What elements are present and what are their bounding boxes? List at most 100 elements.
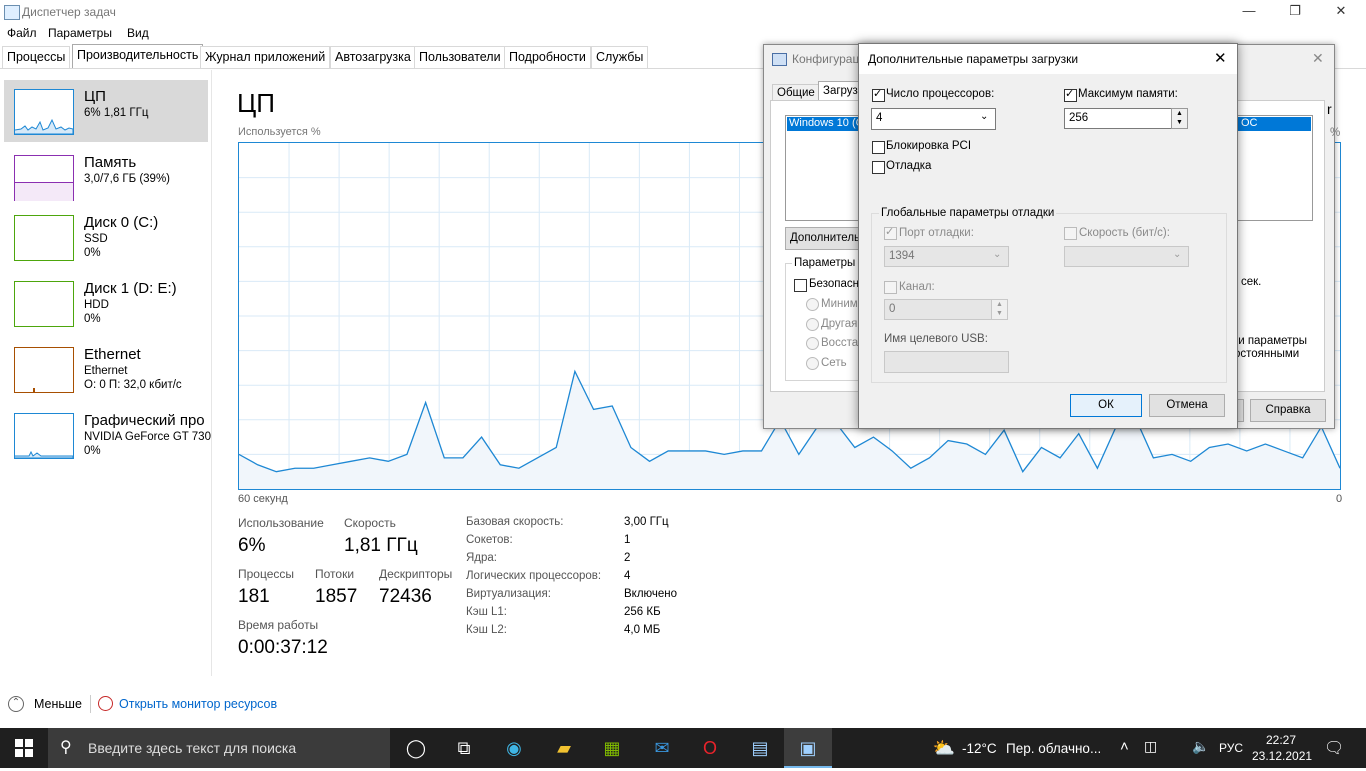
sidebar-item-disk1[interactable]: Диск 1 (D: E:) HDD 0%	[4, 272, 208, 334]
close-button[interactable]: ✕	[1318, 0, 1364, 24]
tab-users[interactable]: Пользователи	[414, 46, 506, 68]
minimal-radio[interactable]	[806, 298, 819, 311]
disk1-thumbnail	[14, 281, 74, 327]
weather-temp[interactable]: -12°C	[962, 741, 997, 756]
max-memory-checkbox[interactable]	[1064, 87, 1077, 102]
network-radio[interactable]	[806, 357, 819, 370]
fewer-details-button[interactable]: Меньше	[34, 697, 82, 711]
help-button[interactable]: Справка	[1250, 399, 1326, 422]
menu-view[interactable]: Вид	[127, 26, 149, 40]
mail-icon[interactable]: ✉	[638, 728, 686, 768]
tab-services[interactable]: Службы	[591, 46, 649, 68]
tab-performance[interactable]: Производительность	[72, 44, 204, 68]
debug-port-select[interactable]: 1394 ⌄	[884, 246, 1009, 267]
sidebar-item-gpu[interactable]: Графический про NVIDIA GeForce GT 730 0%	[4, 404, 211, 466]
alternate-shell-radio[interactable]	[806, 318, 819, 331]
make-permanent-label-2: остоянными	[1234, 348, 1300, 360]
baud-rate-select[interactable]: ⌄	[1064, 246, 1189, 267]
usb-target-input[interactable]	[884, 351, 1009, 373]
info-value: Включено	[624, 588, 678, 600]
sidebar-item-value: 0%	[84, 445, 101, 457]
window-title: Диспетчер задач	[22, 5, 116, 19]
dialog-close-icon[interactable]: ✕	[1312, 50, 1324, 67]
fewer-details-icon[interactable]: ⌃	[8, 696, 24, 712]
info-label: Кэш L1:	[466, 606, 507, 618]
sidebar-item-cpu[interactable]: ЦП 6% 1,81 ГГц	[4, 80, 208, 142]
cancel-button[interactable]: Отмена	[1149, 394, 1225, 417]
timeout-unit: сек.	[1241, 276, 1262, 288]
max-memory-spinner[interactable]: ▲ ▼	[1171, 108, 1188, 129]
tray-chevron-icon[interactable]: ˄	[1120, 738, 1129, 755]
sidebar-item-ethernet[interactable]: Ethernet Ethernet О: 0 П: 32,0 кбит/с	[4, 338, 208, 400]
menu-bar: Файл Параметры Вид	[0, 24, 1366, 44]
sidebar-item-name: Память	[84, 154, 137, 171]
channel-input[interactable]: 0	[884, 299, 992, 320]
debug-label: Отладка	[886, 160, 932, 172]
store-icon[interactable]: ▦	[588, 728, 636, 768]
sidebar-item-value: 0%	[84, 247, 101, 259]
safe-boot-checkbox[interactable]	[794, 279, 807, 292]
task-manager-icon[interactable]: ▤	[736, 728, 784, 768]
dialog-title: Дополнительные параметры загрузки	[868, 52, 1079, 66]
clock-date[interactable]: 23.12.2021	[1252, 749, 1312, 763]
msconfig-taskbar-icon[interactable]: ▣	[784, 728, 832, 768]
gpu-thumbnail	[14, 413, 74, 459]
task-view-icon[interactable]: ⧉	[440, 728, 488, 768]
network-tray-icon[interactable]: ◫	[1144, 738, 1157, 755]
info-value: 1	[624, 534, 631, 546]
max-memory-label: Максимум памяти:	[1078, 88, 1178, 100]
ok-button[interactable]: ОК	[1070, 394, 1142, 417]
weather-icon: ⛅	[932, 738, 956, 758]
usb-target-label: Имя целевого USB:	[884, 333, 988, 345]
debug-port-checkbox[interactable]	[884, 225, 897, 240]
start-icon[interactable]	[0, 728, 48, 768]
overflow-pct: %	[1330, 127, 1341, 139]
tab-app-history[interactable]: Журнал приложений	[200, 46, 331, 68]
language-indicator[interactable]: РУС	[1219, 741, 1243, 755]
tab-processes[interactable]: Процессы	[2, 46, 71, 68]
max-memory-input[interactable]: 256	[1064, 108, 1172, 129]
info-value: 3,00 ГГц	[624, 516, 669, 528]
tab-boot[interactable]: Загруз	[818, 81, 863, 100]
dialog-close-icon[interactable]: ✕	[1214, 49, 1227, 67]
baud-rate-checkbox[interactable]	[1064, 227, 1077, 240]
edge-icon[interactable]: ◉	[490, 728, 538, 768]
info-label: Ядра:	[466, 552, 498, 564]
chevron-down-icon: ⌄	[1173, 249, 1182, 260]
clock-time[interactable]: 22:27	[1266, 733, 1296, 747]
maximize-button[interactable]: ❐	[1272, 0, 1318, 24]
menu-options[interactable]: Параметры	[48, 26, 112, 40]
tab-startup[interactable]: Автозагрузка	[330, 46, 416, 68]
sidebar-item-sub: 6% 1,81 ГГц	[84, 107, 149, 119]
cortana-icon[interactable]: ◯	[392, 728, 440, 768]
make-permanent-label-1: ги параметры	[1234, 335, 1308, 347]
sidebar-item-memory[interactable]: Память 3,0/7,6 ГБ (39%)	[4, 146, 208, 208]
num-processors-checkbox[interactable]	[872, 87, 885, 102]
debug-port-value: 1394	[889, 250, 915, 262]
sidebar-item-disk0[interactable]: Диск 0 (C:) SSD 0%	[4, 206, 208, 268]
channel-checkbox[interactable]	[884, 281, 897, 294]
minimize-button[interactable]: —	[1226, 0, 1272, 24]
channel-spinner[interactable]: ▲ ▼	[991, 299, 1008, 320]
taskbar-search[interactable]: ⚲ Введите здесь текст для поиска	[48, 728, 390, 768]
weather-desc[interactable]: Пер. облачно...	[1006, 741, 1101, 756]
menu-file[interactable]: Файл	[7, 26, 37, 40]
resource-monitor-link[interactable]: Открыть монитор ресурсов	[119, 697, 277, 711]
info-value: 4,0 МБ	[624, 624, 661, 636]
volume-tray-icon[interactable]: 🔈	[1192, 738, 1209, 755]
num-processors-select[interactable]: 4 ⌄	[871, 108, 996, 130]
taskbar: ⚲ Введите здесь текст для поиска ◯ ⧉ ◉ ▰…	[0, 728, 1366, 768]
app-icon	[4, 5, 20, 20]
safe-boot-label: Безопасн	[809, 278, 859, 290]
ad-repair-radio[interactable]	[806, 337, 819, 350]
file-explorer-icon[interactable]: ▰	[540, 728, 588, 768]
os-list-item-right: ОС	[1241, 117, 1258, 129]
info-value: 2	[624, 552, 631, 564]
pci-lock-checkbox[interactable]	[872, 141, 885, 154]
opera-icon[interactable]: O	[686, 728, 734, 768]
tab-details[interactable]: Подробности	[504, 46, 591, 68]
notifications-icon[interactable]: 🗨	[1324, 738, 1344, 758]
info-label: Базовая скорость:	[466, 516, 564, 528]
debug-checkbox[interactable]	[872, 161, 885, 174]
sidebar-item-sub: Ethernet	[84, 365, 128, 377]
